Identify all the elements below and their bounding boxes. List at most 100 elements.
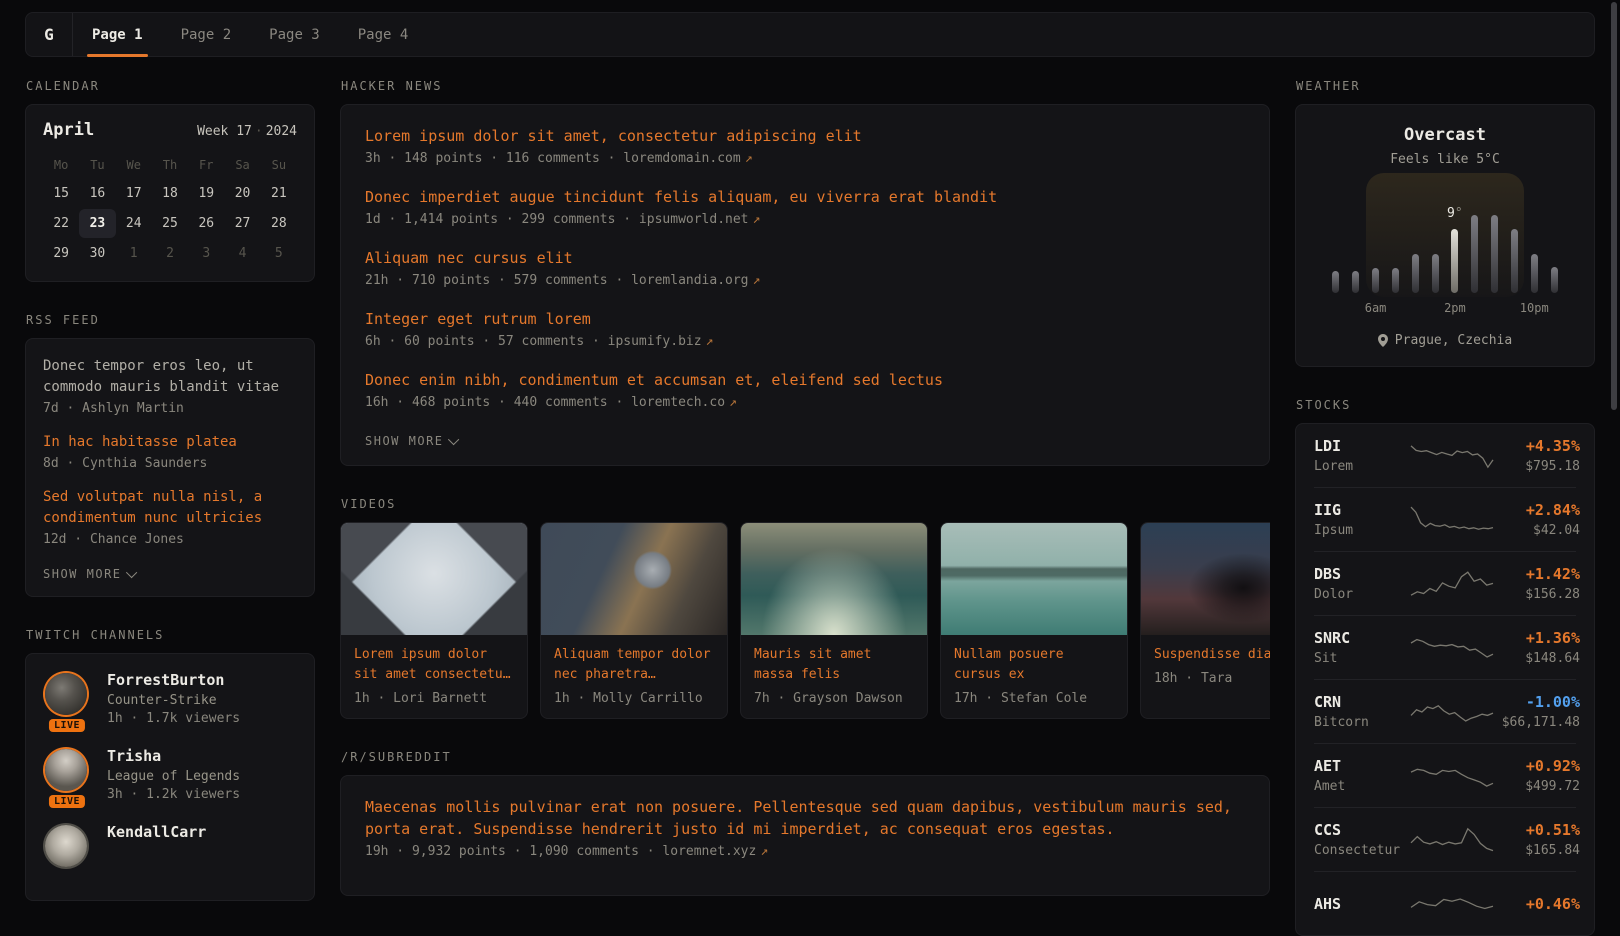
video-card[interactable]: Lorem ipsum dolor sit amet consectetu…1h… (340, 522, 528, 719)
calendar-day[interactable]: 2 (152, 239, 188, 268)
tab-page-2[interactable]: Page 2 (162, 13, 251, 56)
calendar-day[interactable]: 22 (43, 209, 79, 238)
calendar-day[interactable]: 1 (116, 239, 152, 268)
calendar-day-selected[interactable]: 23 (79, 209, 115, 238)
rss-item-title[interactable]: In hac habitasse platea (43, 432, 297, 453)
stock-price: $165.84 (1494, 843, 1580, 858)
calendar-header: April Week 17·2024 (43, 120, 297, 140)
calendar-day[interactable]: 15 (43, 179, 79, 208)
app-logo[interactable]: G (26, 13, 73, 56)
video-title[interactable]: Lorem ipsum dolor sit amet consectetu… (354, 645, 514, 685)
external-link-icon[interactable]: ↗ (741, 151, 753, 166)
stock-sparkline (1410, 504, 1494, 536)
calendar-day[interactable]: 19 (188, 179, 224, 208)
calendar-day[interactable]: 29 (43, 239, 79, 268)
video-card[interactable]: Mauris sit amet massa felis7h · Grayson … (740, 522, 928, 719)
stock-id: LDILorem (1314, 437, 1410, 474)
stock-row[interactable]: AETAmet+0.92%$499.72 (1314, 743, 1576, 807)
stock-sparkline (1410, 888, 1494, 920)
rss-item-title[interactable]: Donec tempor eros leo, ut commodo mauris… (43, 356, 297, 398)
calendar-day[interactable]: 20 (224, 179, 260, 208)
stock-change: -1.00% (1494, 693, 1580, 711)
page-scrollbar[interactable] (1611, 2, 1617, 410)
rss-item-title[interactable]: Sed volutpat nulla nisl, a condimentum n… (43, 487, 297, 529)
weather-bar (1412, 254, 1419, 293)
video-card[interactable]: Nullam posuere cursus ex17h · Stefan Col… (940, 522, 1128, 719)
hn-item-title[interactable]: Donec enim nibh, condimentum et accumsan… (365, 369, 1245, 391)
calendar-grid: MoTuWeThFrSaSu15161718192021222324252627… (43, 152, 297, 268)
avatar-wrap: LIVE (43, 671, 91, 726)
stock-row[interactable]: SNRCSit+1.36%$148.64 (1314, 615, 1576, 679)
tab-page-3[interactable]: Page 3 (250, 13, 339, 56)
calendar-day[interactable]: 27 (224, 209, 260, 238)
stock-row[interactable]: IIGIpsum+2.84%$42.04 (1314, 487, 1576, 551)
calendar-day[interactable]: 28 (261, 209, 297, 238)
dashboard-columns: CALENDAR April Week 17·2024 MoTuWeThFrSa… (25, 79, 1595, 936)
stock-id: DBSDolor (1314, 565, 1410, 602)
calendar-day[interactable]: 16 (79, 179, 115, 208)
stock-row[interactable]: DBSDolor+1.42%$156.28 (1314, 551, 1576, 615)
calendar-weekday: Mo (43, 152, 79, 178)
video-title[interactable]: Aliquam tempor dolor nec pharetra… (554, 645, 714, 685)
sparkline-chart (1410, 696, 1494, 728)
reddit-section-title: /R/SUBREDDIT (341, 750, 1270, 764)
video-title[interactable]: Nullam posuere cursus ex (954, 645, 1114, 685)
hn-item-meta-text: 6h · 60 points · 57 comments · ipsumify.… (365, 334, 702, 349)
rss-item-meta: 8d · Cynthia Saunders (43, 456, 297, 471)
calendar-day[interactable]: 24 (116, 209, 152, 238)
videos-section-title: VIDEOS (341, 497, 1270, 511)
calendar-day[interactable]: 25 (152, 209, 188, 238)
rss-item-meta: 7d · Ashlyn Martin (43, 401, 297, 416)
external-link-icon[interactable]: ↗ (749, 273, 761, 288)
calendar-day[interactable]: 4 (224, 239, 260, 268)
external-link-icon[interactable]: ↗ (725, 395, 737, 410)
hn-item: Donec enim nibh, condimentum et accumsan… (365, 369, 1245, 410)
calendar-day[interactable]: 17 (116, 179, 152, 208)
stock-values: +0.92%$499.72 (1494, 757, 1580, 794)
avatar-wrap: LIVE (43, 747, 91, 802)
stock-id: IIGIpsum (1314, 501, 1410, 538)
sparkline-chart (1410, 888, 1494, 920)
tab-page-1[interactable]: Page 1 (73, 13, 162, 56)
calendar-day[interactable]: 18 (152, 179, 188, 208)
rss-show-more-button[interactable]: SHOW MORE (43, 567, 137, 581)
video-card[interactable]: Aliquam tempor dolor nec pharetra… 1h · M… (540, 522, 728, 719)
twitch-channel[interactable]: LIVETrishaLeague of Legends3h · 1.2k vie… (43, 747, 297, 802)
stock-row[interactable]: LDILorem+4.35%$795.18 (1314, 424, 1576, 487)
hn-item: Aliquam nec cursus elit21h · 710 points … (365, 247, 1245, 288)
stock-sparkline (1410, 568, 1494, 600)
weather-bar (1352, 271, 1359, 293)
external-link-icon[interactable]: ↗ (702, 334, 714, 349)
sparkline-chart (1410, 632, 1494, 664)
hn-item-title[interactable]: Donec imperdiet augue tincidunt felis al… (365, 186, 1245, 208)
twitch-channel[interactable]: KendallCarr (43, 823, 297, 869)
stock-sparkline (1410, 696, 1494, 728)
video-title[interactable]: Suspendisse diam (1154, 645, 1270, 665)
stock-id: CRNBitcorn (1314, 693, 1410, 730)
calendar-day[interactable]: 21 (261, 179, 297, 208)
hn-item-title[interactable]: Lorem ipsum dolor sit amet, consectetur … (365, 125, 1245, 147)
stock-row[interactable]: CRNBitcorn-1.00%$66,171.48 (1314, 679, 1576, 743)
video-card[interactable]: Suspendisse diam18h · Tara (1140, 522, 1270, 719)
calendar-day[interactable]: 26 (188, 209, 224, 238)
reddit-post-title[interactable]: Maecenas mollis pulvinar erat non posuer… (365, 796, 1245, 840)
video-title[interactable]: Mauris sit amet massa felis (754, 645, 914, 685)
hn-show-more-button[interactable]: SHOW MORE (365, 434, 459, 448)
weather-bar-slot (1346, 197, 1366, 293)
hn-item-title[interactable]: Aliquam nec cursus elit (365, 247, 1245, 269)
stock-row[interactable]: CCSConsectetur+0.51%$165.84 (1314, 807, 1576, 871)
calendar-day[interactable]: 30 (79, 239, 115, 268)
calendar-day[interactable]: 5 (261, 239, 297, 268)
tab-page-4[interactable]: Page 4 (339, 13, 428, 56)
external-link-icon[interactable]: ↗ (756, 844, 768, 859)
calendar-day[interactable]: 3 (188, 239, 224, 268)
external-link-icon[interactable]: ↗ (749, 212, 761, 227)
video-meta: 1h · Molly Carrillo (554, 691, 714, 706)
hn-item-title[interactable]: Integer eget rutrum lorem (365, 308, 1245, 330)
hn-item: Integer eget rutrum lorem 6h · 60 points … (365, 308, 1245, 349)
weather-bar (1531, 254, 1538, 293)
twitch-channel[interactable]: LIVEForrestBurtonCounter-Strike1h · 1.7k… (43, 671, 297, 726)
weather-location: Prague, Czechia (1316, 333, 1574, 348)
reddit-posts: Maecenas mollis pulvinar erat non posuer… (365, 796, 1245, 859)
stock-row[interactable]: AHS+0.46% (1314, 871, 1576, 935)
